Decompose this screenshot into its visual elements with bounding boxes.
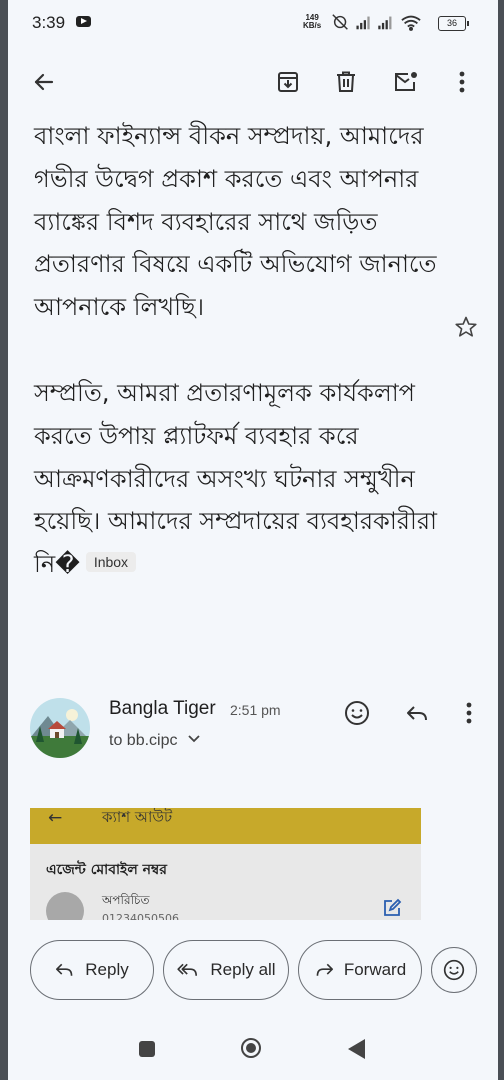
mark-unread-icon xyxy=(395,72,417,91)
delete-button[interactable] xyxy=(330,66,362,98)
forward-icon xyxy=(316,963,333,976)
attachment-contact-number: 01234050506 xyxy=(102,912,179,920)
more-options-button[interactable] xyxy=(446,66,478,98)
alarm-off-icon xyxy=(332,14,348,30)
email-paragraph-1: বাংলা ফাইন্যান্স বীকন সম্প্রদায়, আমাদের… xyxy=(34,122,437,322)
signal-1-icon xyxy=(356,16,370,30)
more-vert-icon xyxy=(466,702,472,724)
battery-indicator: 36 xyxy=(438,16,469,31)
wifi-icon xyxy=(401,15,421,31)
attachment-header-title: ক্যাশ আউট xyxy=(102,808,173,826)
star-button[interactable] xyxy=(454,315,478,343)
home-icon[interactable] xyxy=(241,1038,261,1058)
emoji-icon xyxy=(443,959,465,981)
gmail-screen: 3:39 149 KB/s 36 বাংলা ফাইন্যান্স বীকন স… xyxy=(8,0,498,1080)
archive-button[interactable] xyxy=(272,66,304,98)
edit-icon xyxy=(384,898,402,916)
reply-all-button[interactable]: Reply all xyxy=(163,940,289,1000)
mark-unread-button[interactable] xyxy=(390,66,422,98)
attachment-contact-label: অপরিচিত xyxy=(102,893,150,907)
react-button[interactable] xyxy=(431,947,477,993)
email-paragraph-2-text: সম্প্রতি, আমরা প্রতারণামূলক কার্যকলাপ কর… xyxy=(34,378,438,579)
recents-icon[interactable] xyxy=(139,1041,155,1057)
network-speed: 149 KB/s xyxy=(303,14,321,30)
reply-quick-button[interactable] xyxy=(401,697,433,729)
attachment-header-bar: ← ক্যাশ আউট xyxy=(30,808,421,844)
archive-icon xyxy=(278,72,298,92)
forward-button[interactable]: Forward xyxy=(298,940,422,1000)
landscape-avatar-icon xyxy=(30,698,90,758)
reply-icon xyxy=(56,963,73,976)
status-time: 3:39 xyxy=(32,13,66,32)
chevron-down-icon xyxy=(188,735,200,743)
more-vert-icon xyxy=(459,71,465,93)
message-actions: Reply Reply all Forward xyxy=(8,940,498,1004)
recipient-details-toggle[interactable]: to bb.cipc xyxy=(109,732,200,750)
youtube-notification-icon xyxy=(76,16,91,27)
sender-avatar[interactable] xyxy=(30,698,90,758)
status-bar: 3:39 149 KB/s 36 xyxy=(8,0,498,46)
message-time: 2:51 pm xyxy=(230,702,281,718)
emoji-icon xyxy=(345,701,369,725)
reply-all-button-label: Reply all xyxy=(210,960,276,979)
attachment-section-title: এজেন্ট মোবাইল নম্বর xyxy=(46,862,167,878)
email-body: বাংলা ফাইন্যান্স বীকন সম্প্রদায়, আমাদের… xyxy=(34,120,454,586)
signal-2-icon xyxy=(378,16,392,30)
add-reaction-button[interactable] xyxy=(341,697,373,729)
message-more-button[interactable] xyxy=(453,697,485,729)
arrow-left-icon: ← xyxy=(48,808,63,828)
reply-icon xyxy=(407,706,427,721)
message-header[interactable]: Bangla Tiger 2:51 pm to bb.cipc xyxy=(8,692,498,772)
back-triangle-icon[interactable] xyxy=(348,1039,365,1059)
image-attachment-preview[interactable]: ← ক্যাশ আউট এজেন্ট মোবাইল নম্বর অপরিচিত … xyxy=(30,808,421,920)
back-arrow-icon xyxy=(34,73,54,91)
reply-button-label: Reply xyxy=(85,960,129,979)
network-speed-unit: KB/s xyxy=(303,21,322,30)
forward-button-label: Forward xyxy=(343,960,407,979)
inbox-label-badge[interactable]: Inbox xyxy=(85,552,137,573)
system-signal-icons xyxy=(332,14,421,31)
email-paragraph-2: সম্প্রতি, আমরা প্রতারণামূলক কার্যকলাপ কর… xyxy=(34,372,454,586)
email-toolbar xyxy=(8,46,498,120)
sender-name: Bangla Tiger xyxy=(109,698,216,719)
delete-icon xyxy=(337,71,355,92)
star-outline-icon xyxy=(455,316,477,337)
system-navigation-bar xyxy=(8,1020,498,1080)
contact-avatar-icon xyxy=(46,892,84,920)
email-content: বাংলা ফাইন্যান্স বীকন সম্প্রদায়, আমাদের… xyxy=(8,120,498,920)
reply-all-icon xyxy=(177,963,198,976)
reply-button[interactable]: Reply xyxy=(30,940,154,1000)
back-button[interactable] xyxy=(28,66,60,98)
recipient-line: to bb.cipc xyxy=(109,732,178,749)
